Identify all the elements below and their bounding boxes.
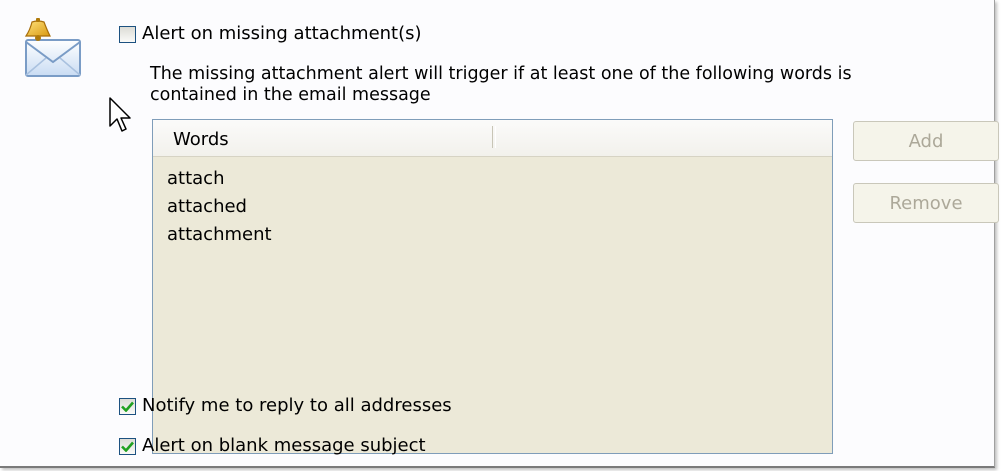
missing-attachment-checkbox[interactable] <box>119 25 136 43</box>
mail-alert-icon <box>24 18 81 77</box>
add-word-button[interactable]: Add <box>853 121 999 161</box>
blank-subject-option[interactable]: Alert on blank message subject <box>119 436 426 456</box>
list-item[interactable]: attachment <box>167 221 272 249</box>
notify-reply-all-label: Notify me to reply to all addresses <box>142 395 452 416</box>
missing-attachment-option[interactable]: Alert on missing attachment(s) <box>119 24 422 44</box>
list-item[interactable]: attached <box>167 193 272 221</box>
mouse-pointer-icon <box>109 97 131 132</box>
notify-reply-all-option[interactable]: Notify me to reply to all addresses <box>119 396 452 416</box>
blank-subject-label: Alert on blank message subject <box>142 435 426 456</box>
missing-attachment-label: Alert on missing attachment(s) <box>142 23 422 44</box>
missing-attachment-description: The missing attachment alert will trigge… <box>150 64 852 105</box>
options-panel: Alert on missing attachment(s) The missi… <box>0 0 999 468</box>
words-list-header: Words <box>153 120 832 157</box>
checkmark-icon <box>121 441 134 452</box>
remove-word-button[interactable]: Remove <box>853 183 999 223</box>
words-column-header[interactable]: Words <box>173 130 229 150</box>
checkmark-icon <box>121 401 134 412</box>
column-divider[interactable] <box>492 126 496 148</box>
list-item[interactable]: attach <box>167 165 272 193</box>
blank-subject-checkbox[interactable] <box>119 437 136 455</box>
notify-reply-all-checkbox[interactable] <box>119 397 136 415</box>
words-list-rows: attach attached attachment <box>167 165 272 249</box>
